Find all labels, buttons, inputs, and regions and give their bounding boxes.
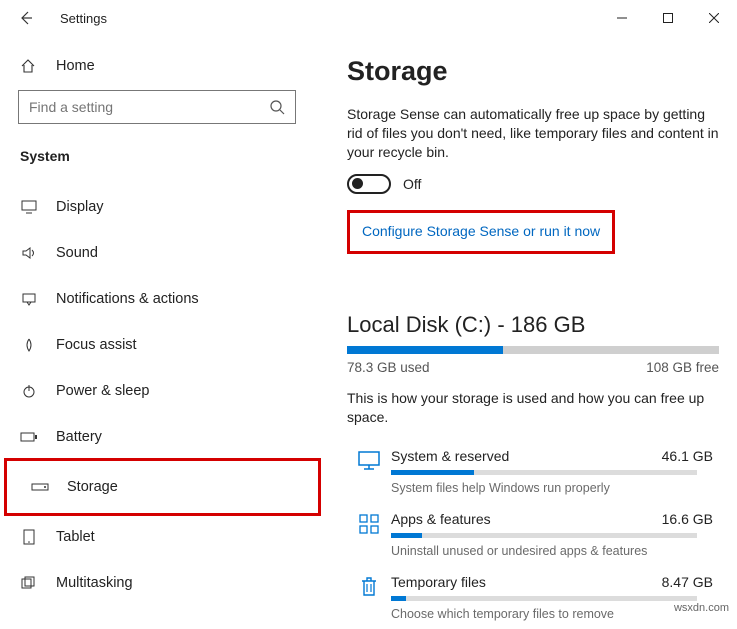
category-bar [391,596,697,601]
category-sub: Choose which temporary files to remove [391,607,713,621]
sidebar-item-display[interactable]: Display [0,184,325,230]
sidebar-item-power-sleep[interactable]: Power & sleep [0,368,325,414]
storage-sense-description: Storage Sense can automatically free up … [347,105,721,162]
sidebar-item-label: Power & sleep [56,383,150,399]
window-title: Settings [60,11,107,26]
sidebar-item-multitasking[interactable]: Multitasking [0,560,325,606]
tablet-icon [20,529,38,545]
search-input[interactable] [18,90,296,124]
power-icon [20,383,38,399]
disk-used-label: 78.3 GB used [347,360,430,375]
battery-icon [20,431,38,443]
category-name: Apps & features [391,511,491,527]
storage-sense-toggle[interactable] [347,174,391,194]
usage-description: This is how your storage is used and how… [347,389,721,427]
sidebar-item-label: Tablet [56,529,95,545]
sidebar-item-battery[interactable]: Battery [0,414,325,460]
category-sub: Uninstall unused or undesired apps & fea… [391,544,713,558]
maximize-button[interactable] [645,2,691,34]
home-label: Home [56,58,95,74]
search-icon [269,99,285,115]
sidebar-item-label: Storage [67,479,118,495]
sound-icon [20,246,38,260]
toggle-state-label: Off [403,176,421,192]
category-sub: System files help Windows run properly [391,481,713,495]
sidebar-item-sound[interactable]: Sound [0,230,325,276]
category-system-reserved[interactable]: System & reserved 46.1 GB System files he… [347,440,721,503]
disk-usage-fill [347,346,503,354]
multitasking-icon [20,576,38,590]
window-controls [599,2,737,34]
category-name: Temporary files [391,574,486,590]
configure-link-highlight: Configure Storage Sense or run it now [347,210,615,254]
category-size: 46.1 GB [662,448,713,464]
sidebar-item-label: Battery [56,429,102,445]
category-bar [391,470,697,475]
display-icon [20,200,38,214]
sidebar-item-tablet[interactable]: Tablet [0,514,325,560]
sidebar-highlight-storage: Storage [4,458,321,516]
sidebar-item-label: Display [56,199,104,215]
sidebar-item-storage[interactable]: Storage [11,467,314,507]
configure-storage-sense-link[interactable]: Configure Storage Sense or run it now [362,223,600,239]
category-bar [391,533,697,538]
minimize-button[interactable] [599,2,645,34]
sidebar-item-label: Focus assist [56,337,137,353]
sidebar-item-focus-assist[interactable]: Focus assist [0,322,325,368]
sidebar: Home System Display Sound Notifications … [0,36,325,618]
trash-icon [347,574,391,598]
search-field[interactable] [29,99,269,115]
category-name: System & reserved [391,448,509,464]
sidebar-item-label: Notifications & actions [56,291,199,307]
category-temporary-files[interactable]: Temporary files 8.47 GB Choose which temp… [347,566,721,629]
sidebar-section-header: System [0,136,325,184]
notifications-icon [20,292,38,306]
focus-assist-icon [20,337,38,353]
sidebar-item-home[interactable]: Home [0,48,325,84]
disk-title: Local Disk (C:) - 186 GB [347,312,721,338]
storage-icon [31,482,49,492]
system-icon [347,448,391,470]
disk-usage-bar [347,346,719,354]
close-button[interactable] [691,2,737,34]
titlebar: Settings [0,0,737,36]
sidebar-item-notifications[interactable]: Notifications & actions [0,276,325,322]
sidebar-item-label: Sound [56,245,98,261]
disk-free-label: 108 GB free [646,360,719,375]
home-icon [20,58,38,74]
category-apps-features[interactable]: Apps & features 16.6 GB Uninstall unused … [347,503,721,566]
sidebar-item-label: Multitasking [56,575,133,591]
category-size: 16.6 GB [662,511,713,527]
category-size: 8.47 GB [662,574,713,590]
apps-icon [347,511,391,535]
watermark: wsxdn.com [674,602,729,614]
main-panel: Storage Storage Sense can automatically … [325,36,737,618]
page-title: Storage [347,56,721,87]
back-button[interactable] [12,4,40,32]
